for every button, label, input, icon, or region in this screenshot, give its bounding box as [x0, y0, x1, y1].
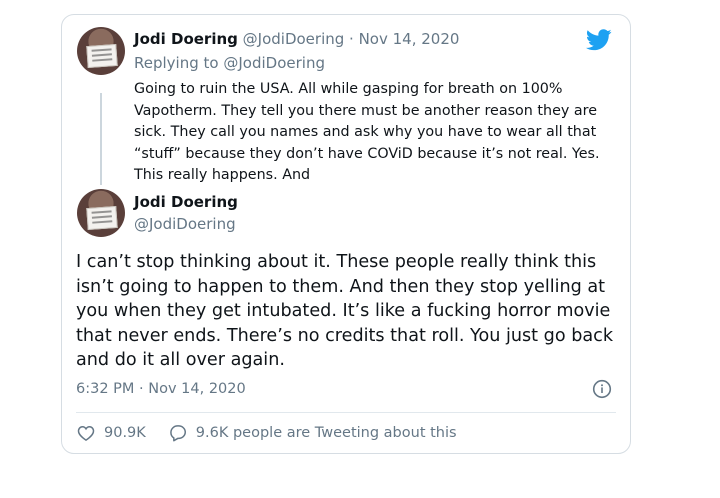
divider: [76, 412, 616, 413]
tweeting-about-link[interactable]: 9.6K people are Tweeting about this: [168, 423, 457, 443]
replying-to-line: Replying to @JodiDoering: [134, 54, 325, 72]
parent-tweet-header: Jodi Doering @JodiDoering · Nov 14, 2020: [134, 30, 459, 48]
tweeting-about-text: 9.6K people are Tweeting about this: [195, 425, 457, 441]
speech-bubble-icon: [169, 425, 186, 442]
parent-tweet-text: Going to ruin the USA. All while gasping…: [134, 81, 600, 183]
replying-to-handle[interactable]: @JodiDoering: [223, 54, 325, 72]
replying-to-label: Replying to: [134, 54, 219, 72]
twitter-logo-icon[interactable]: [586, 29, 612, 51]
parent-separator: ·: [344, 30, 359, 48]
heart-icon: [77, 425, 95, 441]
parent-author-handle[interactable]: @JodiDoering: [243, 30, 345, 48]
embedded-tweet-card[interactable]: Jodi Doering @JodiDoering · Nov 14, 2020…: [61, 14, 631, 454]
author-name[interactable]: Jodi Doering: [134, 193, 238, 211]
author-handle[interactable]: @JodiDoering: [134, 215, 236, 233]
avatar-sign-image: [86, 43, 118, 69]
parent-author-name[interactable]: Jodi Doering: [134, 30, 238, 48]
tweet-actions: 90.9K 9.6K people are Tweeting about thi…: [76, 423, 479, 443]
avatar[interactable]: [77, 27, 125, 75]
thread-connector-line: [100, 93, 102, 185]
like-button[interactable]: 90.9K: [76, 423, 146, 443]
parent-date[interactable]: Nov 14, 2020: [359, 30, 460, 48]
avatar-sign-image: [86, 205, 118, 231]
info-icon[interactable]: [592, 379, 612, 399]
avatar[interactable]: [77, 189, 125, 237]
tweet-timestamp[interactable]: 6:32 PM · Nov 14, 2020: [76, 381, 246, 397]
like-count: 90.9K: [104, 425, 146, 441]
tweet-text: I can’t stop thinking about it. These pe…: [76, 252, 614, 370]
